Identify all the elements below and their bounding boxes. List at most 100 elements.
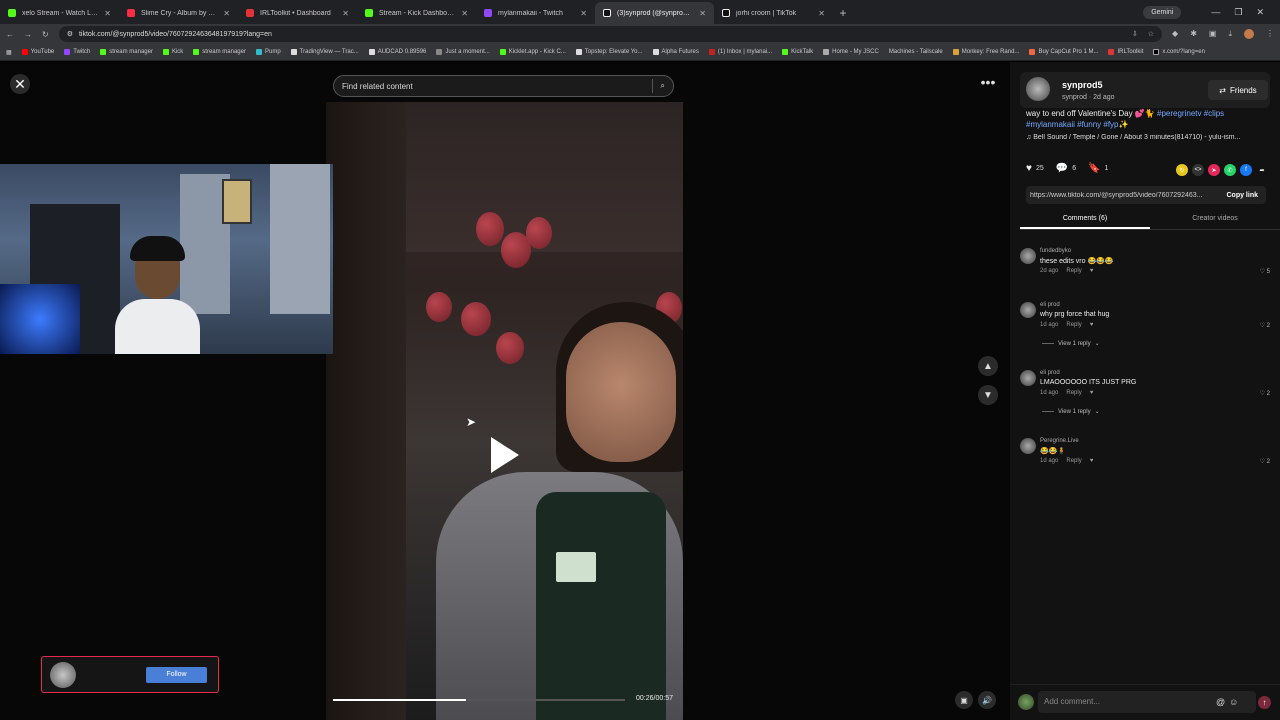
comment-like[interactable]: ♡ 2 — [1260, 322, 1270, 329]
avatar[interactable] — [1026, 77, 1050, 101]
send-icon[interactable]: ➤ — [1208, 164, 1220, 176]
reply-button[interactable]: Reply — [1066, 268, 1081, 274]
close-window-icon[interactable]: ✕ — [1256, 7, 1264, 18]
author-name[interactable]: synprod5 — [1062, 80, 1103, 90]
install-icon[interactable]: ⇩ — [1132, 30, 1138, 38]
volume-icon[interactable]: 🔊 — [978, 691, 996, 709]
close-icon[interactable]: ✕ — [10, 74, 30, 94]
send-comment-button[interactable]: ↑ — [1258, 696, 1271, 709]
comment-user[interactable]: fundedbyko — [1040, 248, 1071, 254]
forward-icon[interactable]: → — [24, 30, 32, 39]
share-arrow-icon[interactable]: ➦ — [1256, 164, 1268, 176]
view-replies-button[interactable]: View 1 reply ⌄ — [1042, 340, 1100, 347]
close-tab-icon[interactable]: ✕ — [104, 9, 111, 18]
music-line[interactable]: ♫ Bell Sound / Temple / Gone / About 3 m… — [1026, 134, 1266, 141]
friends-button[interactable]: ⇄ Friends — [1208, 80, 1268, 100]
more-options-icon[interactable]: ••• — [977, 75, 999, 94]
reload-icon[interactable]: ↻ — [42, 30, 49, 39]
gemini-button[interactable]: Gemini — [1143, 5, 1182, 19]
close-tab-icon[interactable]: ✕ — [223, 9, 230, 18]
view-replies-button[interactable]: View 1 reply ⌄ — [1042, 408, 1100, 415]
reply-button[interactable]: Reply — [1066, 322, 1081, 328]
bookmark-item[interactable]: Buy CapCut Pro 1 M... — [1029, 49, 1098, 55]
follow-button[interactable]: Follow — [146, 667, 207, 683]
bookmark-item[interactable]: AUDCAD 0.89596 — [368, 49, 426, 55]
download-icon[interactable]: ⤓ — [1228, 29, 1232, 39]
address-bar[interactable]: ⚙ tiktok.com/@synprod5/video/76072924636… — [58, 26, 1163, 42]
search-icon[interactable]: ⌕ — [661, 81, 665, 91]
site-info-icon[interactable]: ⚙ — [67, 30, 73, 38]
save-stat[interactable]: 🔖 1 — [1088, 163, 1108, 174]
back-icon[interactable]: ← — [6, 30, 14, 39]
video-player[interactable] — [326, 102, 683, 720]
bookmark-star-icon[interactable]: ☆ — [1148, 30, 1154, 38]
menu-icon[interactable]: ⋮ — [1266, 29, 1274, 39]
close-tab-icon[interactable]: ✕ — [461, 9, 468, 18]
comment-like[interactable]: ♡ 2 — [1260, 458, 1270, 465]
bookmark-item[interactable]: Monkey: Free Rand... — [952, 49, 1019, 55]
avatar[interactable] — [1020, 302, 1036, 318]
browser-tab[interactable]: Stream - Kick Dashboard ✕ — [357, 2, 476, 24]
picture-in-picture-icon[interactable]: ▣ — [955, 691, 973, 709]
browser-tab[interactable]: Slime Cry - Album by YoungBoy ✕ — [119, 2, 238, 24]
bookmark-item[interactable]: Pump — [255, 49, 281, 55]
bookmark-item[interactable]: YouTube — [21, 49, 54, 55]
repost-icon[interactable]: ↻ — [1176, 164, 1188, 176]
bookmark-item[interactable]: Twitch — [64, 49, 90, 55]
previous-video-chevron-up-icon[interactable]: ▲ — [978, 356, 998, 376]
video-progress-bar[interactable] — [333, 699, 625, 701]
facebook-icon[interactable]: f — [1240, 164, 1252, 176]
whatsapp-icon[interactable]: ✆ — [1224, 164, 1236, 176]
apps-grid-icon[interactable]: ▦ — [6, 49, 12, 56]
comment-like[interactable]: ♡ 5 — [1260, 268, 1270, 275]
bookmark-item[interactable]: stream manager — [193, 49, 246, 55]
close-tab-icon[interactable]: ✕ — [699, 9, 706, 18]
bookmark-item[interactable]: IRLToolkit — [1108, 49, 1143, 55]
close-tab-icon[interactable]: ✕ — [580, 9, 587, 18]
extensions-puzzle-icon[interactable]: ✱ — [1190, 29, 1197, 39]
minimize-icon[interactable]: — — [1211, 7, 1220, 17]
emoji-icon[interactable]: ☺ — [1229, 697, 1238, 707]
avatar[interactable] — [1020, 370, 1036, 386]
like-stat[interactable]: ♥ 25 — [1026, 163, 1044, 174]
bookmark-item[interactable]: TradingView — Trac... — [290, 49, 359, 55]
mention-icon[interactable]: @ — [1216, 697, 1225, 707]
bookmark-item[interactable]: Home - My JSCC — [823, 49, 879, 55]
bookmark-item[interactable]: Topstep: Elevate Yo... — [575, 49, 643, 55]
bookmark-item[interactable]: KickTalk — [782, 49, 813, 55]
share-url[interactable]: https://www.tiktok.com/@synprod5/video/7… — [1030, 192, 1222, 199]
bookmark-item[interactable]: stream manager — [100, 49, 153, 55]
close-tab-icon[interactable]: ✕ — [818, 9, 825, 18]
extension-icon[interactable]: ◆ — [1172, 29, 1178, 39]
play-icon[interactable] — [491, 437, 519, 473]
maximize-icon[interactable]: ❐ — [1234, 7, 1242, 18]
reply-button[interactable]: Reply — [1066, 390, 1081, 396]
related-search-input[interactable]: Find related content ⌕ — [333, 75, 674, 97]
avatar[interactable] — [1020, 438, 1036, 454]
embed-icon[interactable]: <> — [1192, 164, 1204, 176]
tab-comments[interactable]: Comments (6) — [1020, 208, 1150, 229]
bookmark-item[interactable]: Kick — [162, 49, 183, 55]
bookmark-item[interactable]: Machines - Tailscale — [889, 49, 943, 55]
browser-tab[interactable]: IRLToolkit • Dashboard ✕ — [238, 2, 357, 24]
tab-creator-videos[interactable]: Creator videos — [1150, 208, 1280, 229]
comment-user[interactable]: eli prod — [1040, 370, 1060, 376]
bookmark-item[interactable]: Kicklet.app - Kick C... — [499, 49, 566, 55]
browser-tab[interactable]: mylanmakaii - Twitch ✕ — [476, 2, 595, 24]
comment-stat[interactable]: 💬 6 — [1056, 163, 1076, 174]
bookmark-item[interactable]: (1) Inbox | mylanai... — [708, 49, 772, 55]
profile-avatar[interactable] — [1244, 29, 1254, 39]
bookmark-item[interactable]: Just a moment... — [436, 49, 490, 55]
comment-user[interactable]: Peregrine.Live — [1040, 438, 1079, 444]
close-tab-icon[interactable]: ✕ — [342, 9, 349, 18]
comment-like[interactable]: ♡ 2 — [1260, 390, 1270, 397]
new-tab-button[interactable]: + — [833, 2, 853, 24]
bookmark-item[interactable]: Alpha Futures — [652, 49, 699, 55]
next-video-chevron-down-icon[interactable]: ▼ — [978, 385, 998, 405]
bookmark-item[interactable]: x.com/?lang=en — [1153, 49, 1205, 55]
copy-link-button[interactable]: Copy link — [1222, 192, 1262, 199]
side-panel-icon[interactable]: ▣ — [1209, 29, 1217, 39]
browser-tab[interactable]: xelo Stream - Watch Live on Kick ✕ — [0, 2, 119, 24]
comment-user[interactable]: eli prod — [1040, 302, 1060, 308]
browser-tab[interactable]: jorhi croom | TikTok ✕ — [714, 2, 833, 24]
